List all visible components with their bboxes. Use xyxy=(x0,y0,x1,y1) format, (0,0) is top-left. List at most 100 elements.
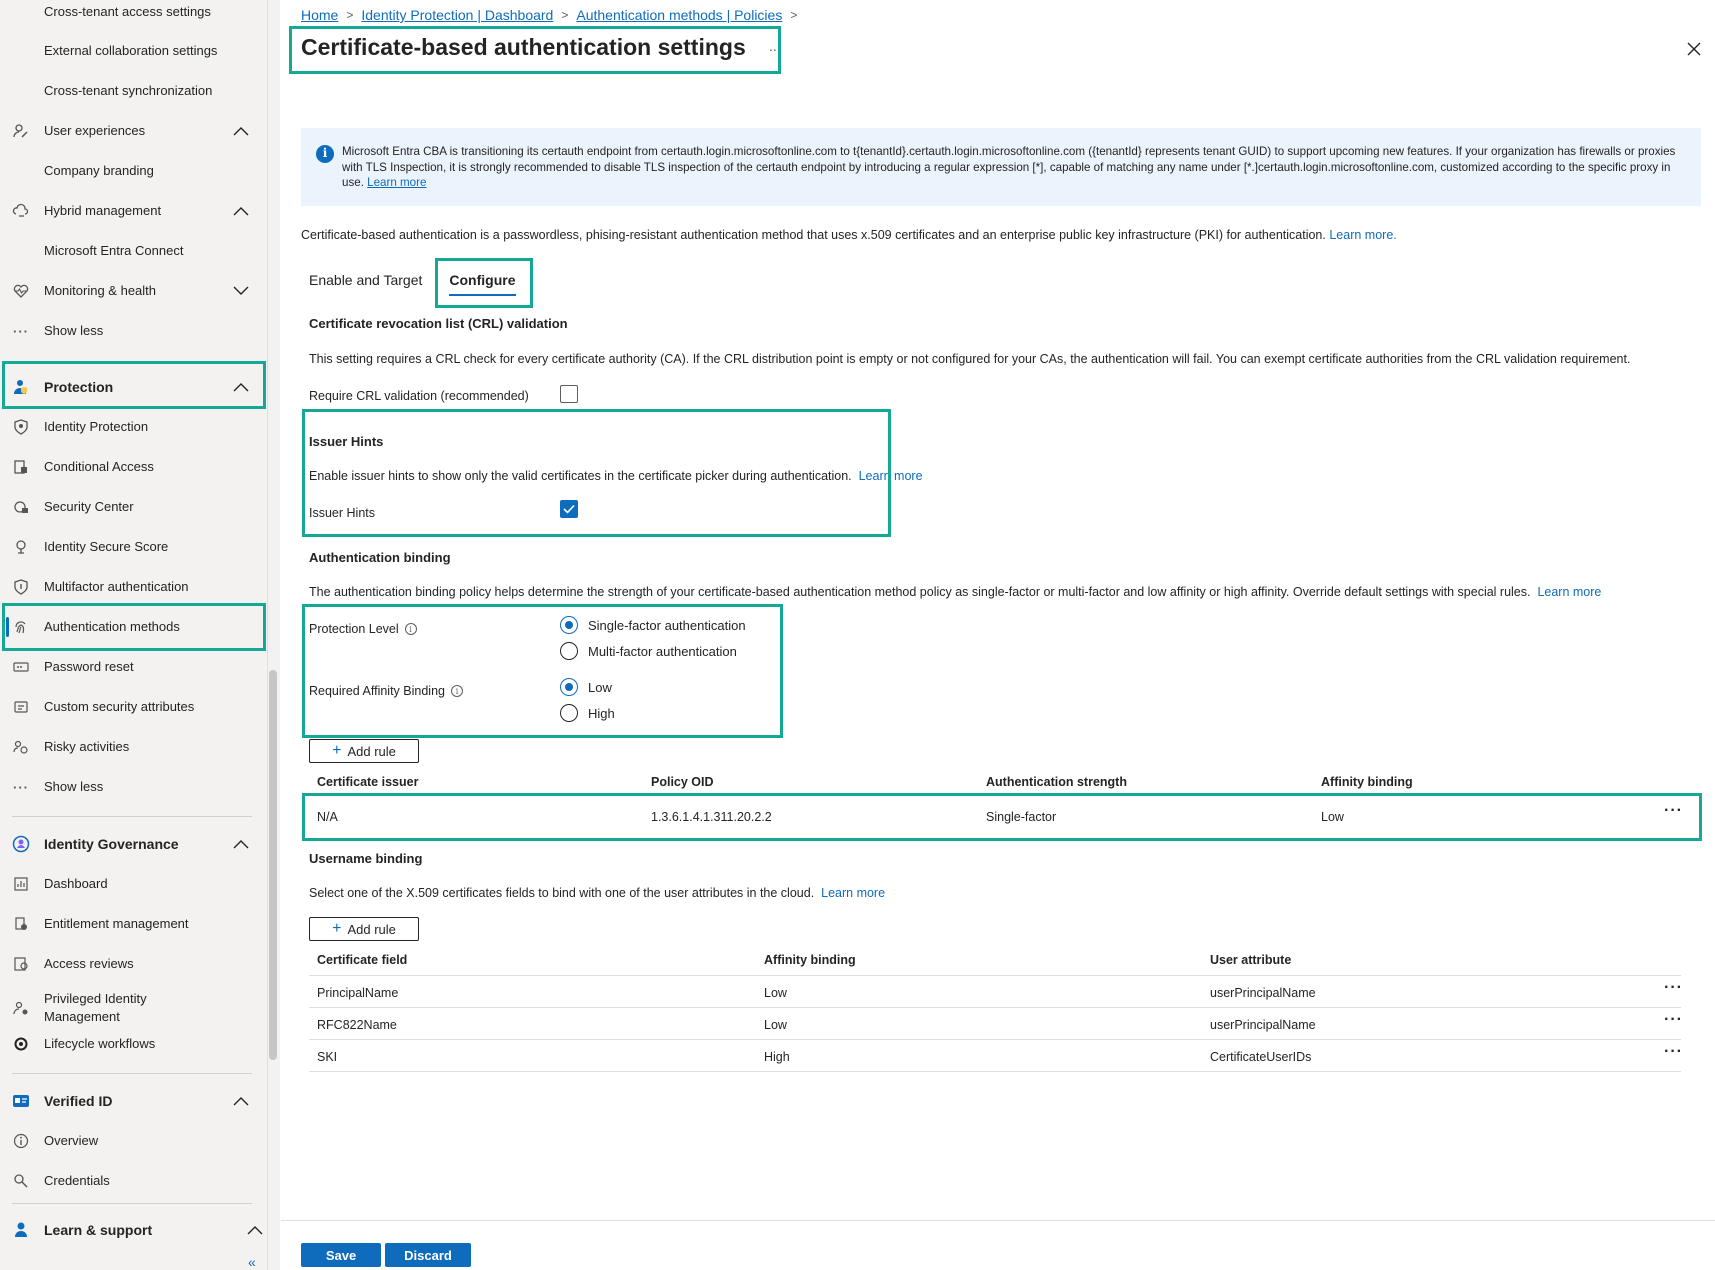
radio-button[interactable] xyxy=(560,616,578,634)
sidebar-item-user-experiences[interactable]: User experiences xyxy=(0,113,264,149)
affinity-cell: Low xyxy=(764,1018,787,1032)
sidebar-item-cross-tenant-sync[interactable]: Cross-tenant synchronization xyxy=(0,73,264,109)
discard-button[interactable]: Discard xyxy=(385,1243,471,1267)
heart-pulse-icon xyxy=(12,282,30,300)
radio-affinity-low[interactable]: Low xyxy=(560,678,612,696)
intro-learn-more-link[interactable]: Learn more. xyxy=(1329,228,1396,242)
username-binding-description: Select one of the X.509 certificates fie… xyxy=(309,886,885,900)
sidebar-item-mfa[interactable]: Multifactor authentication xyxy=(0,569,264,605)
protection-level-label: Protection Level i xyxy=(309,622,417,636)
info-learn-more-link[interactable]: Learn more xyxy=(367,176,426,189)
sidebar-item-entra-connect[interactable]: Microsoft Entra Connect xyxy=(0,233,264,269)
sidebar-item-label: Cross-tenant synchronization xyxy=(44,83,213,98)
close-icon[interactable] xyxy=(1683,38,1705,60)
sidebar-item-custom-security-attributes[interactable]: Custom security attributes xyxy=(0,689,264,725)
row-more-options-icon[interactable]: ··· xyxy=(1664,979,1683,997)
sidebar-item-identity-secure-score[interactable]: Identity Secure Score xyxy=(0,529,264,565)
add-username-rule-button[interactable]: + Add rule xyxy=(309,917,419,941)
workflow-icon xyxy=(12,1035,30,1053)
sidebar-item-label: Authentication methods xyxy=(44,619,180,634)
auth-binding-learn-more-link[interactable]: Learn more xyxy=(1537,585,1601,599)
sidebar-item-label: Protection xyxy=(44,379,114,395)
username-binding-learn-more-link[interactable]: Learn more xyxy=(821,886,885,900)
tab-configure[interactable]: Configure xyxy=(449,272,516,296)
sidebar-item-entitlement-management[interactable]: Entitlement management xyxy=(0,906,264,942)
sidebar-item-conditional-access[interactable]: Conditional Access xyxy=(0,449,264,485)
sidebar-item-monitoring-health[interactable]: Monitoring & health xyxy=(0,273,264,309)
sidebar-item-label: Show less xyxy=(44,323,104,338)
sidebar-item-show-less-2[interactable]: ··· Show less xyxy=(0,769,264,805)
chevron-right-icon: > xyxy=(346,8,354,22)
save-button[interactable]: Save xyxy=(301,1243,381,1267)
issuer-hints-learn-more-link[interactable]: Learn more xyxy=(859,469,923,483)
sidebar-item-label: Credentials xyxy=(44,1173,110,1188)
sidebar-item-password-reset[interactable]: Password reset xyxy=(0,649,264,685)
sidebar-item-security-center[interactable]: Security Center xyxy=(0,489,264,525)
row-more-options-icon[interactable]: ··· xyxy=(1664,1011,1683,1029)
protection-level-text: Protection Level xyxy=(309,622,399,636)
chevron-up-icon[interactable] xyxy=(232,202,250,220)
sidebar-item-dashboard[interactable]: Dashboard xyxy=(0,866,264,902)
breadcrumb-auth-methods[interactable]: Authentication methods | Policies xyxy=(576,7,782,23)
sidebar-item-overview[interactable]: Overview xyxy=(0,1123,264,1159)
chevron-up-icon[interactable] xyxy=(246,1221,264,1239)
sidebar-section-learn-support[interactable]: Learn & support xyxy=(0,1212,264,1248)
sidebar-item-show-less[interactable]: ··· Show less xyxy=(0,313,264,349)
key-search-icon xyxy=(12,1172,30,1190)
radio-multi-factor[interactable]: Multi-factor authentication xyxy=(560,642,737,660)
sidebar-item-label: Security Center xyxy=(44,499,134,514)
collapse-sidebar-icon[interactable]: « xyxy=(248,1254,256,1270)
cert-field-cell: SKI xyxy=(317,1050,338,1064)
chevron-up-icon[interactable] xyxy=(232,1092,250,1110)
chevron-up-icon[interactable] xyxy=(232,378,250,396)
add-auth-rule-button[interactable]: + Add rule xyxy=(309,739,419,763)
info-icon[interactable]: i xyxy=(450,685,463,697)
crl-checkbox[interactable] xyxy=(560,385,578,403)
radio-button[interactable] xyxy=(560,704,578,722)
sidebar-item-lifecycle-workflows[interactable]: Lifecycle workflows xyxy=(0,1026,264,1062)
issuer-hints-desc-text: Enable issuer hints to show only the val… xyxy=(309,469,852,483)
issuer-hints-checkbox[interactable] xyxy=(560,500,578,518)
chevron-up-icon[interactable] xyxy=(232,835,250,853)
tag-icon xyxy=(12,698,30,716)
sidebar-item-identity-protection[interactable]: Identity Protection xyxy=(0,409,264,445)
sidebar-item-company-branding[interactable]: Company branding xyxy=(0,153,264,189)
checkmark-icon xyxy=(563,504,575,514)
radio-button[interactable] xyxy=(560,642,578,660)
tab-enable-and-target[interactable]: Enable and Target xyxy=(309,272,422,296)
sidebar-item-label: Show less xyxy=(44,779,104,794)
radio-button[interactable] xyxy=(560,678,578,696)
table-row-divider xyxy=(309,1007,1681,1008)
chevron-up-icon[interactable] xyxy=(232,122,250,140)
sidebar-section-verified-id[interactable]: Verified ID xyxy=(0,1083,264,1119)
crl-label-text: Require CRL validation (recommended) xyxy=(309,389,529,403)
col-affinity-binding: Affinity binding xyxy=(764,953,856,967)
sidebar-item-label: Monitoring & health xyxy=(44,283,157,298)
sidebar-item-credentials[interactable]: Credentials xyxy=(0,1163,264,1199)
sidebar-scrollbar[interactable] xyxy=(269,670,277,1060)
sidebar-item-authentication-methods[interactable]: Authentication methods xyxy=(0,609,264,645)
row-more-options-icon[interactable]: ··· xyxy=(1664,1043,1683,1061)
lock-doc-icon xyxy=(12,458,30,476)
sidebar-item-risky-activities[interactable]: Risky activities xyxy=(0,729,264,765)
more-options-icon[interactable]: ... xyxy=(769,38,781,54)
auth-rule-affinity: Low xyxy=(1321,810,1344,824)
sidebar-section-identity-governance[interactable]: Identity Governance xyxy=(0,826,264,862)
radio-single-factor[interactable]: Single-factor authentication xyxy=(560,616,746,634)
breadcrumb-identity-protection[interactable]: Identity Protection | Dashboard xyxy=(361,7,553,23)
sidebar-item-hybrid-management[interactable]: Hybrid management xyxy=(0,193,264,229)
chevron-down-icon[interactable] xyxy=(232,282,250,300)
col-certificate-issuer: Certificate issuer xyxy=(317,775,419,789)
breadcrumb-home[interactable]: Home xyxy=(301,7,338,23)
sidebar-section-protection[interactable]: Protection xyxy=(0,369,264,405)
sidebar-item-access-reviews[interactable]: Access reviews xyxy=(0,946,264,982)
sidebar-item-pim[interactable]: Privileged Identity Management xyxy=(0,986,264,1030)
password-icon xyxy=(12,658,30,676)
radio-affinity-high[interactable]: High xyxy=(560,704,615,722)
sidebar-item-external-collaboration[interactable]: External collaboration settings xyxy=(0,33,264,69)
row-more-options-icon[interactable]: ··· xyxy=(1664,802,1683,820)
sidebar-item-label: Identity Protection xyxy=(44,419,149,434)
sidebar-item-label: Dashboard xyxy=(44,876,108,891)
sidebar-item-cross-tenant-access[interactable]: Cross-tenant access settings xyxy=(0,0,264,30)
info-icon[interactable]: i xyxy=(404,623,417,635)
